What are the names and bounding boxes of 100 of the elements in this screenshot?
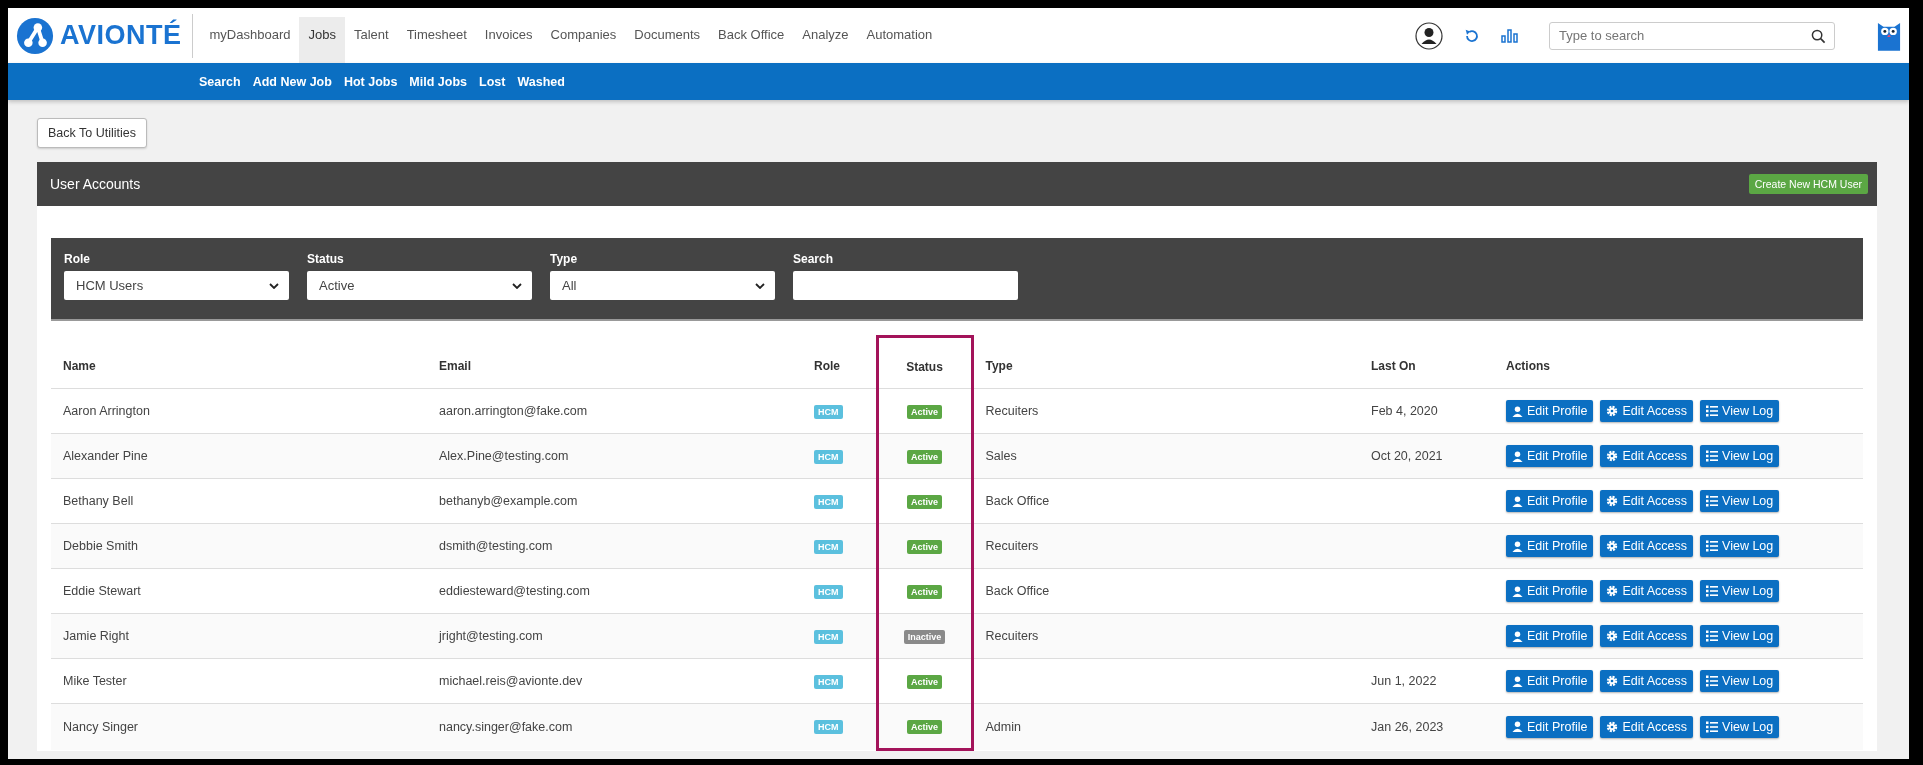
bar-chart-icon[interactable] [1501,28,1519,43]
status-badge: Inactive [903,629,946,644]
last-on-cell: Jun 1, 2022 [1371,674,1437,688]
list-icon [1706,585,1719,597]
user-icon [1512,585,1523,597]
subnav-link[interactable]: Mild Jobs [409,74,467,89]
nav-tab[interactable]: Companies [541,17,626,63]
gear-icon [1606,495,1619,507]
subnav-link[interactable]: Lost [479,74,506,89]
view-log-button[interactable]: View Log [1700,670,1780,692]
view-log-button[interactable]: View Log [1700,445,1780,467]
edit-profile-button[interactable]: Edit Profile [1506,490,1594,512]
filter-label: Search [793,252,835,266]
chevron-icon [755,282,765,289]
filter-label: Status [307,252,345,266]
edit-access-button[interactable]: Edit Access [1600,580,1694,602]
view-log-button[interactable]: View Log [1700,535,1780,557]
gear-icon [1606,630,1619,642]
view-log-button[interactable]: View Log [1700,625,1780,647]
list-icon [1706,450,1719,462]
edit-access-button[interactable]: Edit Access [1600,490,1694,512]
status-badge: Active [907,404,942,419]
filter-label: Role [64,252,91,266]
column-header: Actions [1494,336,1863,389]
role-badge: HCM [814,584,843,599]
edit-profile-button[interactable]: Edit Profile [1506,535,1594,557]
gear-icon [1606,450,1619,462]
edit-profile-button[interactable]: Edit Profile [1506,445,1594,467]
edit-access-button[interactable]: Edit Access [1600,445,1694,467]
email-cell: Alex.Pine@testing.com [427,433,802,479]
role-badge: HCM [814,404,843,419]
nav-tab[interactable]: Analyze [793,17,858,63]
edit-profile-button[interactable]: Edit Profile [1506,580,1594,602]
nav-tab[interactable]: Jobs [299,17,345,63]
dropdown[interactable]: All [550,271,775,300]
edit-profile-button[interactable]: Edit Profile [1506,625,1594,647]
status-badge: Active [907,494,942,509]
gear-icon [1606,405,1619,417]
user-icon [1512,675,1523,687]
edit-access-button[interactable]: Edit Access [1600,715,1694,738]
name-cell: Alexander Pine [51,433,427,479]
subnav-link[interactable]: Add New Job [252,74,332,89]
edit-profile-button[interactable]: Edit Profile [1506,400,1594,422]
edit-access-button[interactable]: Edit Access [1600,670,1694,692]
logo-icon [16,16,54,55]
filter-label: Type [550,252,579,266]
subnav-link[interactable]: Washed [517,74,565,89]
column-header: Role [802,336,877,389]
user-icon [1512,630,1523,642]
role-badge: HCM [814,674,843,689]
type-cell: Recuiters [985,404,1039,418]
column-header: Status [877,336,972,389]
subnav-link[interactable]: Search [199,74,241,89]
column-header: Type [972,336,1359,389]
back-button[interactable]: Back To Utilities [37,118,147,148]
nav-tab[interactable]: myDashboard [200,17,300,63]
subnav-link[interactable]: Hot Jobs [343,74,398,89]
list-icon [1706,405,1719,417]
gear-icon [1606,675,1619,687]
nav-tab[interactable]: Documents [625,17,710,63]
role-badge: HCM [814,629,843,644]
nav-tab[interactable]: Back Office [709,17,794,63]
nav-tab[interactable]: Automation [857,17,942,63]
view-log-button[interactable]: View Log [1700,490,1780,512]
role-badge: HCM [814,720,843,735]
status-badge: Active [907,719,942,734]
create-user-button[interactable]: Create New HCM User [1748,174,1868,194]
list-icon [1706,675,1719,687]
view-log-button[interactable]: View Log [1700,400,1780,422]
chevron-icon [269,282,279,289]
nav-tab[interactable]: Talent [344,17,398,63]
nav-tab[interactable]: Timesheet [397,17,476,63]
search-icon[interactable] [1811,28,1826,44]
email-cell: nancy.singer@fake.com [427,703,802,750]
type-cell: Back Office [985,494,1050,508]
column-header: Email [427,336,802,389]
status-badge: Active [907,539,942,554]
edit-access-button[interactable]: Edit Access [1600,400,1694,422]
user-icon [1512,721,1523,733]
type-cell: Back Office [985,584,1050,598]
brand-name: AVIONTÉ [60,20,182,51]
view-log-button[interactable]: View Log [1700,580,1780,602]
column-header: Name [51,336,427,389]
type-cell: Admin [985,719,1021,734]
view-log-button[interactable]: View Log [1700,715,1780,738]
search-input[interactable] [793,271,1018,300]
edit-profile-button[interactable]: Edit Profile [1506,715,1594,738]
user-icon [1512,540,1523,552]
user-avatar-icon[interactable] [1415,21,1443,50]
nav-tab[interactable]: Invoices [475,17,542,63]
dropdown[interactable]: Active [307,271,532,300]
type-cell: Sales [985,449,1017,463]
edit-access-button[interactable]: Edit Access [1600,625,1694,647]
edit-access-button[interactable]: Edit Access [1600,535,1694,557]
gear-icon [1606,585,1619,597]
edit-profile-button[interactable]: Edit Profile [1506,670,1594,692]
list-icon [1706,495,1719,507]
last-on-cell: Oct 20, 2021 [1371,449,1443,463]
search-field[interactable]: Type to search [1549,21,1835,50]
dropdown[interactable]: HCM Users [64,271,289,300]
